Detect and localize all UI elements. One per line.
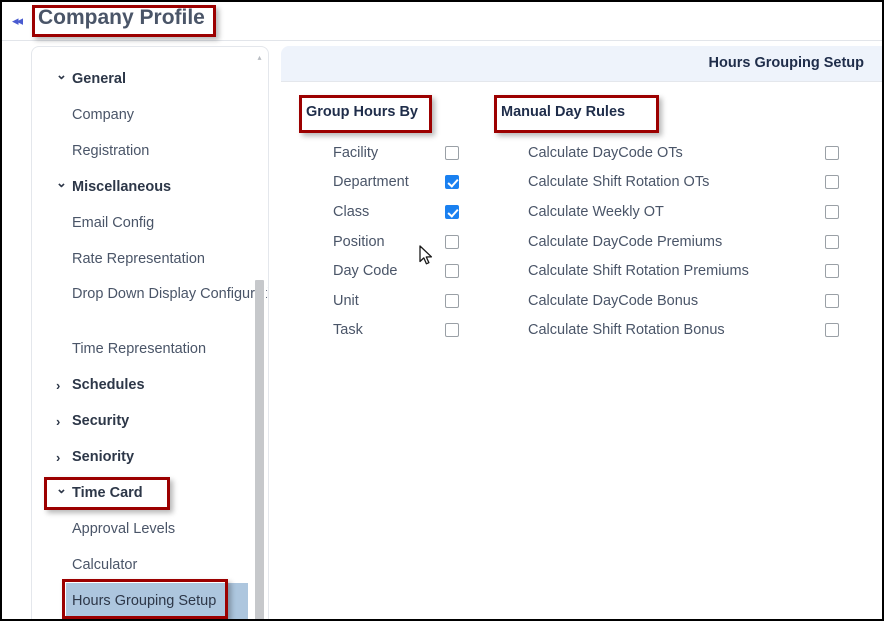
group-hours-by-row-class[interactable]: Class xyxy=(306,197,459,227)
manual-day-rules-label: Calculate DayCode Bonus xyxy=(528,292,699,309)
sidebar-scrollbar-thumb[interactable] xyxy=(255,280,264,619)
manual-day-rules-row-calculate-weekly-ot[interactable]: Calculate Weekly OT xyxy=(501,197,839,227)
sidebar-item-label: Company xyxy=(72,107,135,123)
group-hours-by-checkbox-day-code[interactable] xyxy=(445,264,459,279)
group-hours-by-row-task[interactable]: Task xyxy=(306,316,459,346)
chevron-right-icon: › xyxy=(56,449,61,465)
group-hours-by-row-facility[interactable]: Facility xyxy=(306,138,459,168)
group-hours-by-label: Facility xyxy=(333,144,379,161)
manual-day-rules-heading: Manual Day Rules xyxy=(501,104,626,120)
manual-day-rules-row-calculate-daycode-ots[interactable]: Calculate DayCode OTs xyxy=(501,138,839,168)
sidebar-group-miscellaneous[interactable]: ⌄ Miscellaneous xyxy=(32,169,268,205)
group-hours-by-label: Position xyxy=(333,233,385,250)
group-hours-by-label: Class xyxy=(333,203,370,220)
manual-day-rules-row-calculate-shift-rotation-bonus[interactable]: Calculate Shift Rotation Bonus xyxy=(501,316,839,346)
group-hours-by-checkbox-unit[interactable] xyxy=(445,293,459,308)
sidebar-group-label: General xyxy=(72,71,126,87)
sidebar-item-approval-levels[interactable]: Approval Levels xyxy=(32,511,268,547)
manual-day-rules-checkbox-calculate-weekly-ot[interactable] xyxy=(825,204,839,219)
collapse-double-left-icon[interactable]: ◂◂ xyxy=(12,13,30,29)
sidebar-group-label: Time Card xyxy=(72,485,143,501)
sidebar-item-drop-down-display-configuration[interactable]: Drop Down Display Configuration xyxy=(32,277,269,331)
sidebar-item-calculator[interactable]: Calculator xyxy=(32,547,268,583)
sidebar-group-label: Schedules xyxy=(72,377,145,393)
sidebar-group-label: Seniority xyxy=(72,449,135,465)
group-hours-by-checkbox-class[interactable] xyxy=(445,204,459,219)
group-hours-by-label: Day Code xyxy=(333,263,398,280)
sidebar-group-label: Miscellaneous xyxy=(72,179,172,195)
sidebar-group-label: Security xyxy=(72,413,130,429)
manual-day-rules-checkbox-calculate-shift-rotation-bonus[interactable] xyxy=(825,323,839,338)
sidebar-nav-list: ⌄ General Company Registration ⌄ Miscellaneou… xyxy=(32,47,269,619)
manual-day-rules-label: Calculate Weekly OT xyxy=(528,203,664,220)
sidebar-item-label: Rate Representation xyxy=(72,251,205,267)
sidebar-group-seniority[interactable]: › Seniority xyxy=(32,439,268,475)
top-bar: ◂◂ Company Profile xyxy=(2,2,882,41)
sidebar-group-security[interactable]: › Security xyxy=(32,403,268,439)
manual-day-rules-label: Calculate Shift Rotation OTs xyxy=(528,174,710,191)
sidebar-panel: ⌄ General Company Registration ⌄ Miscellaneou… xyxy=(31,46,269,619)
chevron-down-icon: ⌄ xyxy=(56,67,67,82)
content-header-bar: Hours Grouping Setup xyxy=(281,46,882,82)
sidebar-scrollbar-track[interactable]: ▴ xyxy=(255,49,266,619)
group-hours-by-row-day-code[interactable]: Day Code xyxy=(306,256,459,286)
group-hours-by-label: Task xyxy=(333,322,363,339)
manual-day-rules-option-list: Calculate DayCode OTs Calculate Shift Rot… xyxy=(501,138,839,346)
manual-day-rules-checkbox-calculate-shift-rotation-premiums[interactable] xyxy=(825,264,839,279)
group-hours-by-row-unit[interactable]: Unit xyxy=(306,286,459,316)
manual-day-rules-label: Calculate DayCode Premiums xyxy=(528,233,723,250)
manual-day-rules-section: Manual Day Rules Calculate DayCode OTs Ca… xyxy=(501,104,839,346)
manual-day-rules-label: Calculate Shift Rotation Premiums xyxy=(528,263,749,280)
mouse-cursor xyxy=(419,245,435,267)
sidebar-group-time-card[interactable]: ⌄ Time Card xyxy=(32,475,268,511)
chevron-down-icon: ⌄ xyxy=(56,481,67,496)
group-hours-by-label: Unit xyxy=(333,292,359,309)
group-hours-by-checkbox-task[interactable] xyxy=(445,323,459,338)
chevron-right-icon: › xyxy=(56,377,61,393)
group-hours-by-checkbox-position[interactable] xyxy=(445,234,459,249)
scroll-up-arrow-icon[interactable]: ▴ xyxy=(255,53,264,62)
sidebar-item-company[interactable]: Company xyxy=(32,97,268,133)
sidebar-item-label: Time Representation xyxy=(72,341,207,357)
chevron-right-icon: › xyxy=(56,413,61,429)
sidebar-item-time-representation[interactable]: Time Representation xyxy=(32,331,268,367)
sidebar-item-label: Calculator xyxy=(72,557,138,573)
main-content-panel: Hours Grouping Setup Group Hours By Faci… xyxy=(281,46,882,619)
sidebar-item-label: Hours Grouping Setup xyxy=(72,593,217,609)
group-hours-by-checkbox-department[interactable] xyxy=(445,175,459,190)
group-hours-by-label: Department xyxy=(333,174,409,191)
sidebar-item-label: Drop Down Display Configuration xyxy=(72,286,269,302)
sidebar-item-rate-representation[interactable]: Rate Representation xyxy=(32,241,268,277)
sidebar-group-schedules[interactable]: › Schedules xyxy=(32,367,268,403)
group-hours-by-section: Group Hours By Facility Department Class Po… xyxy=(306,104,459,346)
group-hours-by-row-department[interactable]: Department xyxy=(306,168,459,198)
manual-day-rules-row-calculate-daycode-premiums[interactable]: Calculate DayCode Premiums xyxy=(501,227,839,257)
manual-day-rules-label: Calculate DayCode OTs xyxy=(528,144,683,161)
manual-day-rules-row-calculate-daycode-bonus[interactable]: Calculate DayCode Bonus xyxy=(501,286,839,316)
sidebar-item-hours-grouping-setup[interactable]: Hours Grouping Setup xyxy=(66,583,248,619)
manual-day-rules-checkbox-calculate-shift-rotation-ots[interactable] xyxy=(825,175,839,190)
sidebar-item-label: Approval Levels xyxy=(72,521,176,537)
chevron-down-icon: ⌄ xyxy=(56,175,67,190)
sidebar-item-registration[interactable]: Registration xyxy=(32,133,268,169)
manual-day-rules-label: Calculate Shift Rotation Bonus xyxy=(528,322,725,339)
sidebar-item-email-config[interactable]: Email Config xyxy=(32,205,268,241)
app-window: ◂◂ Company Profile ⌄ General Company Regist… xyxy=(0,0,884,621)
page-title: Company Profile xyxy=(38,6,205,29)
manual-day-rules-checkbox-calculate-daycode-bonus[interactable] xyxy=(825,293,839,308)
sidebar-item-label: Email Config xyxy=(72,215,155,231)
manual-day-rules-checkbox-calculate-daycode-ots[interactable] xyxy=(825,145,839,160)
group-hours-by-row-position[interactable]: Position xyxy=(306,227,459,257)
group-hours-by-option-list: Facility Department Class Position Day Code U… xyxy=(306,138,459,346)
sidebar-item-label: Registration xyxy=(72,143,150,159)
manual-day-rules-row-calculate-shift-rotation-premiums[interactable]: Calculate Shift Rotation Premiums xyxy=(501,256,839,286)
content-header-title: Hours Grouping Setup xyxy=(708,55,864,71)
sidebar-group-general[interactable]: ⌄ General xyxy=(32,61,268,97)
group-hours-by-heading: Group Hours By xyxy=(306,104,418,120)
group-hours-by-checkbox-facility[interactable] xyxy=(445,145,459,160)
manual-day-rules-checkbox-calculate-daycode-premiums[interactable] xyxy=(825,234,839,249)
manual-day-rules-row-calculate-shift-rotation-ots[interactable]: Calculate Shift Rotation OTs xyxy=(501,168,839,198)
